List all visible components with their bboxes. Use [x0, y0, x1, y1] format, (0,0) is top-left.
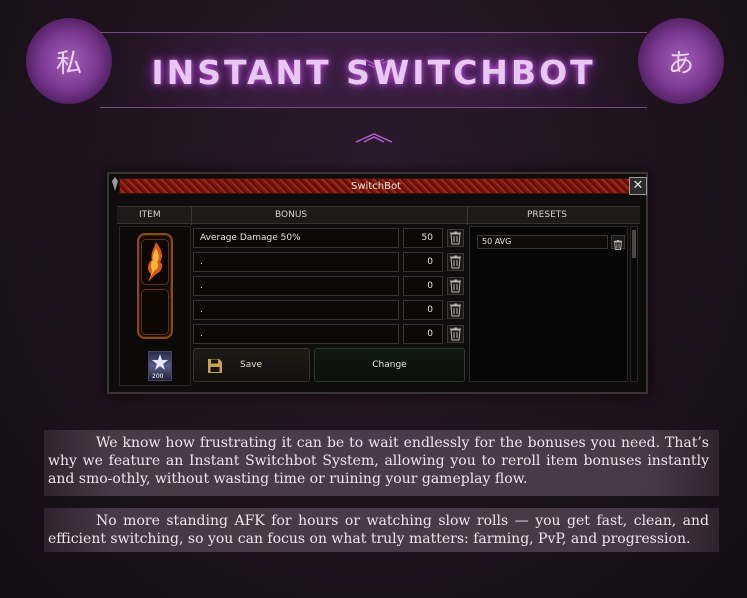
floppy-disk-icon	[208, 359, 222, 373]
close-icon: ✕	[632, 178, 644, 193]
bonus-select[interactable]: Average Damage 50%	[193, 228, 399, 248]
flame-weapon-icon	[148, 242, 163, 282]
delete-bonus-button[interactable]	[447, 253, 464, 271]
item-slot-frame: 1	[137, 233, 173, 339]
save-label: Save	[240, 360, 263, 370]
window-title: SwitchBot	[351, 181, 401, 192]
window-titlebar[interactable]: SwitchBot	[119, 178, 633, 194]
star-icon	[152, 354, 168, 370]
item-slot[interactable]: 1	[141, 239, 170, 299]
bonus-column-header: BONUS	[275, 210, 308, 220]
trash-icon	[450, 231, 461, 245]
page-title: INSTANT SWITCHBOT	[151, 53, 596, 92]
dragon-emblem-right: あ	[638, 18, 724, 104]
description-paragraph: No more standing AFK for hours or watchi…	[48, 513, 709, 547]
trash-icon	[450, 303, 461, 317]
presets-scrollbar[interactable]	[630, 226, 638, 382]
delete-bonus-button[interactable]	[447, 229, 464, 247]
ornament-bottom-icon	[355, 133, 392, 143]
column-header-row: ITEM BONUS PRESETS	[117, 206, 640, 225]
item-column-header: ITEM	[139, 210, 161, 220]
presets-list: 50 AVG	[469, 226, 628, 382]
scroll-stack-count: 200	[152, 373, 164, 380]
delete-bonus-button[interactable]	[447, 325, 464, 343]
close-button[interactable]: ✕	[629, 177, 647, 195]
bonus-value-input[interactable]: 0	[403, 252, 443, 272]
bonus-select[interactable]: .	[193, 252, 399, 272]
kanji-glyph-left: 私	[55, 48, 82, 79]
header-divider	[191, 207, 192, 225]
switchbot-window: SwitchBot ✕ ITEM BONUS PRESETS 1 20	[107, 172, 648, 394]
description-box: We know how frustrating it can be to wai…	[44, 430, 719, 496]
delete-bonus-button[interactable]	[447, 277, 464, 295]
empty-item-slot[interactable]	[141, 289, 169, 335]
trash-icon	[613, 240, 623, 250]
bonus-value-input[interactable]: 50	[403, 228, 443, 248]
trash-icon	[450, 327, 461, 341]
preset-item[interactable]: 50 AVG	[477, 235, 608, 249]
bonus-value-input[interactable]: 0	[403, 324, 443, 344]
presets-column-header: PRESETS	[527, 210, 567, 220]
bonus-value-input[interactable]: 0	[403, 276, 443, 296]
trash-icon	[450, 279, 461, 293]
pin-icon	[112, 177, 118, 191]
delete-bonus-button[interactable]	[447, 301, 464, 319]
change-button[interactable]: Change	[314, 348, 465, 382]
header-divider	[467, 207, 468, 225]
trash-icon	[450, 255, 461, 269]
save-button[interactable]: Save	[193, 348, 310, 382]
title-banner: INSTANT SWITCHBOT	[100, 32, 647, 143]
item-panel: 1 200	[119, 226, 191, 386]
delete-preset-button[interactable]	[611, 235, 625, 250]
description-paragraph: We know how frustrating it can be to wai…	[48, 435, 709, 487]
scrollbar-thumb[interactable]	[632, 230, 636, 258]
bonus-value-input[interactable]: 0	[403, 300, 443, 320]
bonus-select[interactable]: .	[193, 300, 399, 320]
kana-glyph-right: あ	[667, 48, 694, 79]
bonus-select[interactable]: .	[193, 276, 399, 296]
bonus-select[interactable]: .	[193, 324, 399, 344]
description-box: No more standing AFK for hours or watchi…	[44, 508, 719, 552]
